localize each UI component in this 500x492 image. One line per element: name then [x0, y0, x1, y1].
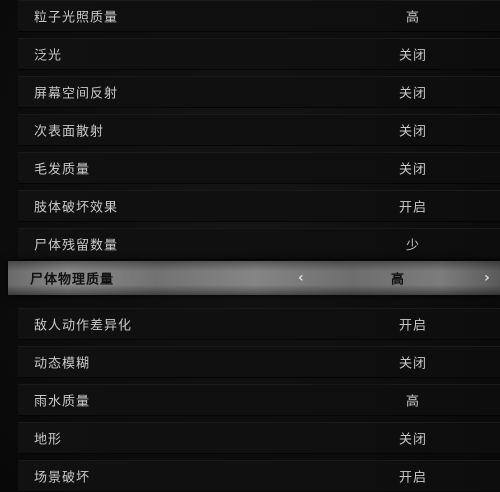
chevron-left-icon[interactable]: ‹: [298, 270, 304, 286]
setting-value: 开启: [398, 200, 427, 216]
setting-label: 尸体物理质量: [30, 272, 115, 288]
setting-label: 敌人动作差异化: [34, 318, 133, 334]
setting-row-bloom[interactable]: 泛光 关闭: [18, 38, 500, 70]
setting-row-motion-blur[interactable]: 动态模糊 关闭: [18, 346, 500, 378]
setting-label: 次表面散射: [34, 124, 105, 140]
setting-row-rain-quality[interactable]: 雨水质量 高: [18, 384, 500, 416]
setting-value: 关闭: [398, 162, 427, 178]
setting-label: 屏幕空间反射: [34, 86, 119, 102]
setting-label: 泛光: [34, 48, 63, 64]
setting-label: 粒子光照质量: [34, 10, 119, 26]
setting-row-particle-lighting-quality[interactable]: 粒子光照质量 高: [18, 0, 500, 32]
setting-label: 动态模糊: [34, 356, 91, 372]
setting-label: 场景破坏: [34, 470, 91, 486]
setting-value: 关闭: [398, 48, 427, 64]
setting-value: 开启: [398, 318, 427, 334]
setting-row-terrain[interactable]: 地形 关闭: [18, 422, 500, 454]
setting-row-scene-destruction[interactable]: 场景破坏 开启: [18, 460, 500, 492]
chevron-right-icon[interactable]: ›: [484, 270, 490, 286]
setting-label: 毛发质量: [34, 162, 91, 178]
setting-value: 高: [390, 272, 405, 288]
setting-label: 地形: [34, 432, 63, 448]
setting-row-subsurface-scattering[interactable]: 次表面散射 关闭: [18, 114, 500, 146]
setting-label: 雨水质量: [34, 394, 91, 410]
setting-value: 关闭: [398, 86, 427, 102]
setting-row-dismemberment[interactable]: 肢体破坏效果 开启: [18, 190, 500, 222]
setting-value: 关闭: [398, 432, 427, 448]
setting-label: 肢体破坏效果: [34, 200, 119, 216]
setting-value: 少: [405, 238, 420, 254]
setting-row-corpse-count[interactable]: 尸体残留数量 少: [18, 228, 500, 260]
setting-row-screen-space-reflections[interactable]: 屏幕空间反射 关闭: [18, 76, 500, 108]
setting-value: 高: [405, 394, 420, 410]
setting-value: 开启: [398, 470, 427, 486]
setting-value: 高: [405, 10, 420, 26]
setting-row-hair-quality[interactable]: 毛发质量 关闭: [18, 152, 500, 184]
setting-label: 尸体残留数量: [34, 238, 119, 254]
setting-row-enemy-motion-variation[interactable]: 敌人动作差异化 开启: [18, 308, 500, 340]
graphics-settings-panel: 粒子光照质量 高 泛光 关闭 屏幕空间反射 关闭 次表面散射 关闭 毛发质量 关…: [0, 0, 500, 492]
setting-row-corpse-physics-quality[interactable]: 尸体物理质量 ‹ 高 ›: [8, 261, 500, 295]
setting-value: 关闭: [398, 356, 427, 372]
setting-value: 关闭: [398, 124, 427, 140]
